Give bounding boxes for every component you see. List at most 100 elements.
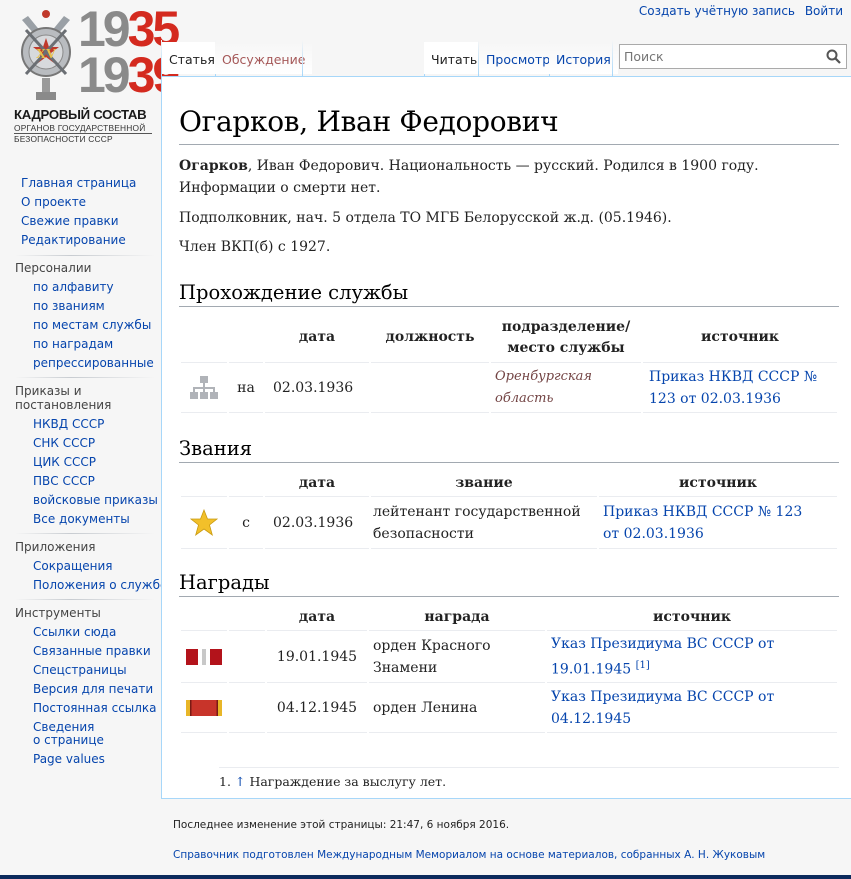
portal-heading-orders-2: постановления	[15, 398, 112, 412]
portal-heading-persons: Персоналии	[15, 261, 92, 275]
sidebar-item-military-orders[interactable]: войсковые приказы	[33, 493, 158, 507]
header-date: дата	[265, 471, 369, 497]
reference-link[interactable]: [1]	[636, 660, 650, 671]
award-title: орден Красного Знамени	[369, 631, 545, 683]
tab-view[interactable]: Просмотр	[479, 42, 558, 74]
header-rank: звание	[371, 471, 597, 497]
search-input[interactable]	[620, 45, 820, 68]
header-cell	[181, 605, 227, 631]
portal-heading-apps: Приложения	[15, 540, 96, 554]
award-source-link[interactable]: Указ Президиума ВС СССР от 19.01.1945	[551, 636, 774, 678]
sidebar-item-awards[interactable]: по наградам	[33, 337, 113, 351]
intro-name: Огарков	[179, 158, 248, 174]
sidebar-item-tsik[interactable]: ЦИК СССР	[33, 455, 96, 469]
svg-text:XV: XV	[36, 47, 56, 62]
sidebar-item-ranks[interactable]: по званиям	[33, 299, 105, 313]
footer-credits-link[interactable]: Справочник подготовлен Международным Мем…	[173, 849, 765, 861]
sidebar-item-snk[interactable]: СНК СССР	[33, 436, 95, 450]
emblem-logo: XV	[21, 10, 71, 100]
header-source: источник	[547, 605, 837, 631]
service-prep: на	[229, 363, 263, 413]
content-area: Огарков, Иван Федорович Огарков, Иван Фе…	[161, 76, 851, 799]
reference-backlink[interactable]: ↑	[235, 774, 245, 789]
sidebar-item-recent-changes[interactable]: Свежие правки	[21, 214, 119, 228]
tab-history[interactable]: История	[549, 42, 618, 74]
sidebar-item-alphabet[interactable]: по алфавиту	[33, 280, 114, 294]
bottom-bar	[0, 875, 851, 879]
tab-talk[interactable]: Обсуждение	[215, 42, 313, 74]
heading-ranks: Звания	[179, 437, 839, 463]
header-post: должность	[371, 313, 489, 363]
tab-divider	[612, 40, 613, 76]
search-box	[619, 44, 847, 69]
star-icon	[190, 509, 218, 536]
award-source-link[interactable]: Указ Президиума ВС СССР от 04.12.1945	[551, 689, 774, 727]
sidebar-item-related-changes[interactable]: Связанные правки	[33, 644, 151, 658]
sidebar-item-places[interactable]: по местам службы	[33, 318, 151, 332]
sidebar-item-page-info-2[interactable]: о странице	[33, 733, 104, 747]
header-source: источник	[599, 471, 837, 497]
party-paragraph: Член ВКП(б) с 1927.	[179, 239, 331, 255]
search-icon[interactable]	[826, 49, 841, 64]
service-table: дата должность подразделение/место служб…	[179, 313, 839, 413]
heading-service: Прохождение службы	[179, 281, 839, 307]
award-empty-cell	[229, 631, 265, 683]
portal-divider	[15, 533, 155, 534]
logo-caption-3: БЕЗОПАСНОСТИ СССР	[14, 133, 152, 144]
header-cell	[229, 605, 265, 631]
sidebar-item-about[interactable]: О проекте	[21, 195, 86, 209]
table-header-row: дата должность подразделение/место служб…	[181, 313, 837, 363]
tab-read[interactable]: Читать	[424, 42, 485, 74]
service-date: 02.03.1936	[265, 363, 369, 413]
service-unit[interactable]: Оренбургская область	[491, 363, 641, 413]
rank-date: 02.03.1936	[265, 497, 369, 549]
header-source: источник	[643, 313, 837, 363]
logo-caption-2: ОРГАНОВ ГОСУДАРСТВЕННОЙ	[14, 123, 146, 133]
sidebar-item-page-info-1[interactable]: Сведения	[33, 720, 94, 734]
table-row: 04.12.1945 орден Ленина Указ Президиума …	[181, 683, 837, 733]
reference-text: Награждение за выслугу лет.	[249, 774, 447, 789]
sidebar-item-nkvd[interactable]: НКВД СССР	[33, 417, 104, 431]
sidebar-item-main-page[interactable]: Главная страница	[21, 176, 136, 190]
intro-paragraph: Огарков, Иван Федорович. Национальность …	[179, 155, 839, 199]
sidebar-item-pvs[interactable]: ПВС СССР	[33, 474, 95, 488]
header-cell	[229, 471, 263, 497]
service-icon-cell	[181, 363, 227, 413]
references-list: 1. ↑ Награждение за выслугу лет.	[219, 767, 839, 789]
header-date: дата	[267, 605, 367, 631]
intro-text-1: , Иван Федорович. Национальность — русск…	[247, 158, 759, 174]
org-chart-icon	[190, 375, 218, 399]
intro-text-2: Информации о смерти нет.	[179, 180, 381, 196]
sidebar-item-permanent-link[interactable]: Постоянная ссылка	[33, 701, 157, 715]
login-link[interactable]: Войти	[805, 4, 843, 18]
table-row: с 02.03.1936 лейтенант государственной бе…	[181, 497, 837, 549]
page-title: Огарков, Иван Федорович	[179, 105, 839, 145]
sidebar-item-all-documents[interactable]: Все документы	[33, 512, 130, 526]
table-row: 19.01.1945 орден Красного Знамени Указ Пр…	[181, 631, 837, 683]
rank-icon-cell	[181, 497, 227, 549]
portal-divider	[15, 255, 155, 256]
site-logo[interactable]: XV 1935 1939 КАДРОВЫЙ СОСТАВ ОРГАНОВ ГОС…	[12, 4, 180, 144]
rank-source-link[interactable]: Приказ НКВД СССР № 123 от 02.03.1936	[599, 497, 837, 549]
footer-last-modified: Последнее изменение этой страницы: 21:47…	[173, 819, 510, 831]
sidebar-item-abbreviations[interactable]: Сокращения	[33, 559, 113, 573]
sidebar-item-regulations[interactable]: Положения о службе	[33, 578, 167, 592]
sidebar-item-print-version[interactable]: Версия для печати	[33, 682, 153, 696]
sidebar-item-what-links-here[interactable]: Ссылки сюда	[33, 625, 116, 639]
sidebar-item-repressed[interactable]: репрессированные	[33, 356, 154, 370]
sidebar-item-page-values[interactable]: Page values	[33, 752, 105, 766]
portal-heading-tools: Инструменты	[15, 606, 101, 620]
tab-divider	[302, 40, 303, 76]
create-account-link[interactable]: Создать учётную запись	[639, 4, 795, 18]
award-date: 04.12.1945	[267, 683, 367, 733]
header-date: дата	[265, 313, 369, 363]
tab-article[interactable]: Статья	[162, 42, 223, 74]
header-unit: подразделение/место службы	[491, 313, 641, 363]
ribbon-red-banner-icon	[186, 648, 222, 665]
ribbon-lenin-icon	[186, 699, 222, 716]
sidebar-item-editing[interactable]: Редактирование	[21, 233, 126, 247]
portal-divider	[15, 377, 155, 378]
service-source-link[interactable]: Приказ НКВД СССР № 123 от 02.03.1936	[643, 363, 837, 413]
sidebar-item-special-pages[interactable]: Спецстраницы	[33, 663, 127, 677]
heading-awards: Награды	[179, 571, 839, 597]
